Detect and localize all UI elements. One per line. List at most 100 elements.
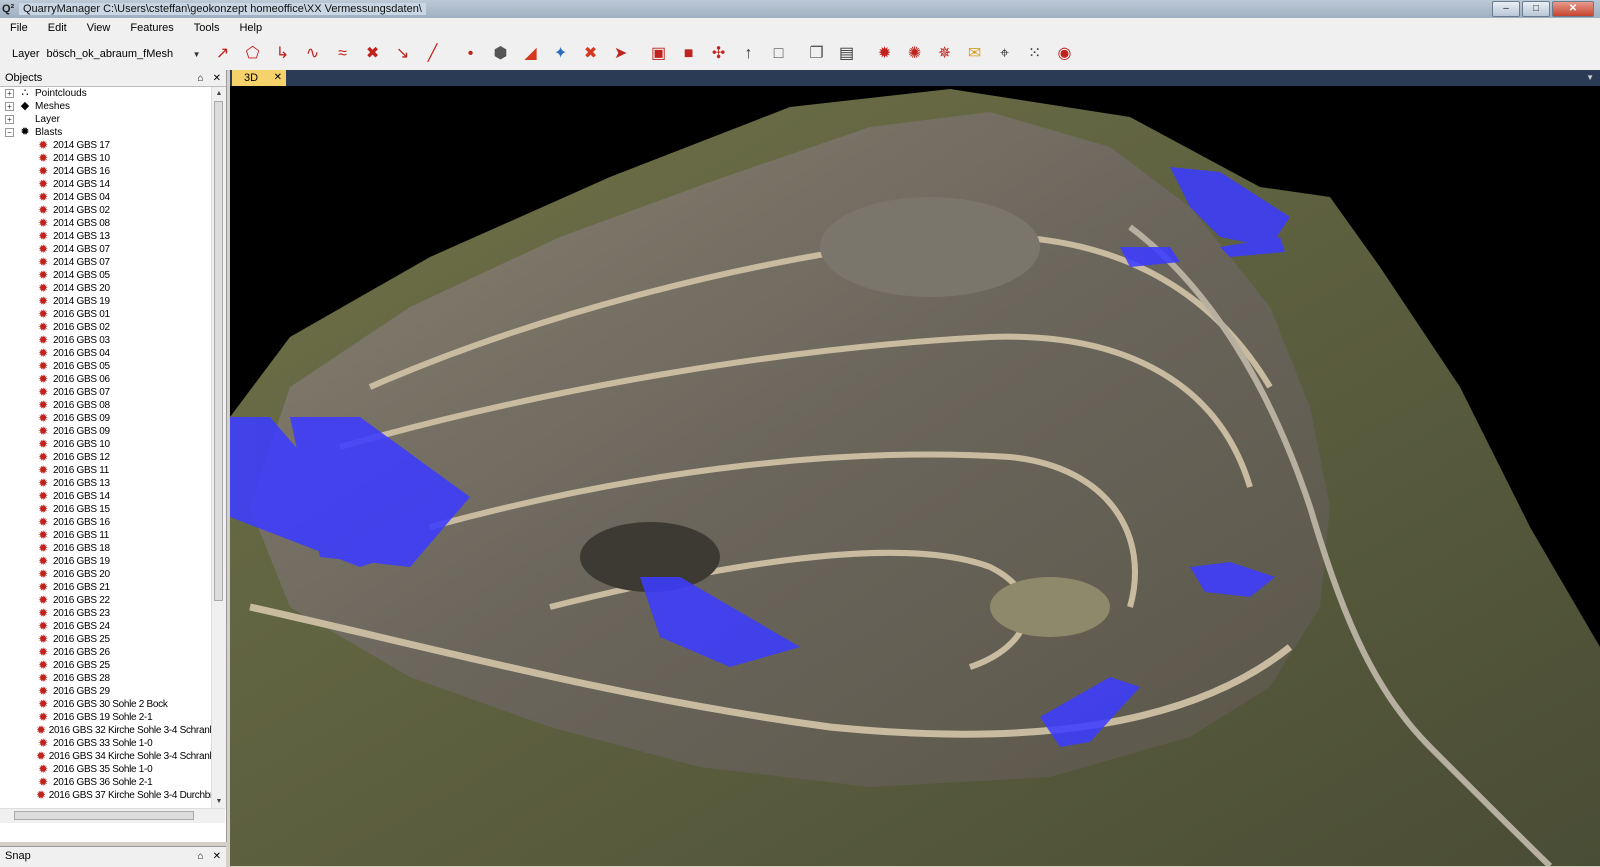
tree-item-blast[interactable]: ✹ 2014 GBS 14 [0,178,211,191]
tree-item-blast[interactable]: ✹ 2016 GBS 05 [0,360,211,373]
edge-tool-icon[interactable]: ↘ [390,41,416,67]
menu-view[interactable]: View [77,22,121,34]
menu-edit[interactable]: Edit [38,22,77,34]
scroll-down-icon[interactable]: ▼ [212,795,226,808]
menu-file[interactable]: File [0,22,38,34]
select-arrow-icon[interactable]: ➤ [608,41,634,67]
tree-item-blast[interactable]: ✹ 2014 GBS 16 [0,165,211,178]
tree-item-blast[interactable]: ✹ 2016 GBS 28 [0,672,211,685]
tree-item-blast[interactable]: ✹ 2016 GBS 08 [0,399,211,412]
tree-item-blast[interactable]: ✹ 2016 GBS 33 Sohle 1-0 [0,737,211,750]
tree-item-blast[interactable]: ✹ 2014 GBS 05 [0,269,211,282]
maximize-button[interactable]: □ [1522,1,1550,17]
expander-icon[interactable]: + [5,115,14,124]
polygon-tool-icon[interactable]: ⬠ [240,41,266,67]
menu-features[interactable]: Features [120,22,183,34]
tree-group-pointclouds[interactable]: + ∴ Pointclouds [0,87,211,100]
close-icon[interactable]: ✕ [213,73,221,84]
tree-item-blast[interactable]: ✹ 2016 GBS 24 [0,620,211,633]
open-folder-icon[interactable]: ❐ [804,41,830,67]
tree-item-blast[interactable]: ✹ 2016 GBS 15 [0,503,211,516]
network-icon[interactable]: ✵ [932,41,958,67]
tree-item-blast[interactable]: ✹ 2016 GBS 16 [0,516,211,529]
scroll-up-icon[interactable]: ▲ [212,87,226,100]
box-view-icon[interactable]: ▣ [646,41,672,67]
tree-item-blast[interactable]: ✹ 2016 GBS 20 [0,568,211,581]
tree-item-blast[interactable]: ✹ 2016 GBS 13 [0,477,211,490]
blast-pattern-icon[interactable]: ✺ [902,41,928,67]
tree-item-blast[interactable]: ✹ 2016 GBS 37 Kirche Sohle 3-4 Durchbru [0,789,211,802]
tree-item-blast[interactable]: ✹ 2016 GBS 25 [0,633,211,646]
tab-menu-icon[interactable]: ▼ [1586,73,1594,82]
tree-item-blast[interactable]: ✹ 2016 GBS 29 [0,685,211,698]
slope-tool-icon[interactable]: ╱ [420,41,446,67]
tree-item-blast[interactable]: ✹ 2014 GBS 07 [0,256,211,269]
tree-group-blasts[interactable]: − ✹ Blasts [0,126,211,139]
points-info-icon[interactable]: ⁙ [1022,41,1048,67]
tree-item-blast[interactable]: ✹ 2014 GBS 10 [0,152,211,165]
tree-item-blast[interactable]: ✹ 2014 GBS 08 [0,217,211,230]
offset-tool-icon[interactable]: ↳ [270,41,296,67]
measure-icon[interactable]: ⌖ [992,41,1018,67]
tree-item-blast[interactable]: ✹ 2016 GBS 23 [0,607,211,620]
report-icon[interactable]: ✉ [962,41,988,67]
tree-item-blast[interactable]: ✹ 2014 GBS 19 [0,295,211,308]
tree-item-blast[interactable]: ✹ 2016 GBS 36 Sohle 2-1 [0,776,211,789]
spline-tool-icon[interactable]: ∿ [300,41,326,67]
tree-item-blast[interactable]: ✹ 2016 GBS 30 Sohle 2 Bock [0,698,211,711]
tree-item-blast[interactable]: ✹ 2016 GBS 10 [0,438,211,451]
drill-edit-tool-icon[interactable]: ✦ [548,41,574,67]
tree-item-blast[interactable]: ✹ 2016 GBS 06 [0,373,211,386]
tree-item-blast[interactable]: ✹ 2016 GBS 35 Sohle 1-0 [0,763,211,776]
tree-item-blast[interactable]: ✹ 2016 GBS 18 [0,542,211,555]
contour-tool-icon[interactable]: ≈ [330,41,356,67]
layer-dropdown[interactable]: bösch_ok_abraum_fMesh ▼ [43,45,204,63]
close-button[interactable]: ✕ [1552,1,1594,17]
expander-icon[interactable]: − [5,128,14,137]
tree-item-blast[interactable]: ✹ 2016 GBS 01 [0,308,211,321]
tree-item-blast[interactable]: ✹ 2016 GBS 12 [0,451,211,464]
tree-item-blast[interactable]: ✹ 2016 GBS 22 [0,594,211,607]
tree-item-blast[interactable]: ✹ 2016 GBS 04 [0,347,211,360]
tree-item-blast[interactable]: ✹ 2016 GBS 14 [0,490,211,503]
close-icon[interactable]: ✕ [213,851,221,862]
point-tool-icon[interactable]: • [458,41,484,67]
quarry-3d-scene[interactable] [230,87,1600,866]
tree-item-blast[interactable]: ✹ 2016 GBS 21 [0,581,211,594]
tree-item-blast[interactable]: ✹ 2016 GBS 34 Kirche Sohle 3-4 Schranke [0,750,211,763]
tab-close-icon[interactable]: ✕ [274,70,282,86]
minimize-button[interactable]: – [1492,1,1520,17]
zoom-extent-icon[interactable]: ✣ [706,41,732,67]
objects-horizontal-scrollbar[interactable] [0,808,225,823]
volume-tool-icon[interactable]: ⬢ [488,41,514,67]
cross-section-tool-icon[interactable]: ✖ [360,41,386,67]
tree-item-blast[interactable]: ✹ 2016 GBS 02 [0,321,211,334]
scrollbar-thumb[interactable] [14,811,194,820]
tree-item-blast[interactable]: ✹ 2016 GBS 09 [0,412,211,425]
tree-item-blast[interactable]: ✹ 2014 GBS 17 [0,139,211,152]
tree-item-blast[interactable]: ✹ 2014 GBS 13 [0,230,211,243]
tree-item-blast[interactable]: ✹ 2014 GBS 20 [0,282,211,295]
tab-3d[interactable]: 3D ✕ [232,70,286,86]
wireframe-icon[interactable]: □ [766,41,792,67]
expander-icon[interactable]: + [5,89,14,98]
tree-item-blast[interactable]: ✹ 2016 GBS 11 [0,529,211,542]
tree-item-blast[interactable]: ✹ 2016 GBS 11 [0,464,211,477]
tree-group-meshes[interactable]: + ◆ Meshes [0,100,211,113]
tree-item-blast[interactable]: ✹ 2016 GBS 03 [0,334,211,347]
tree-item-blast[interactable]: ✹ 2014 GBS 07 [0,243,211,256]
tree-item-blast[interactable]: ✹ 2016 GBS 07 [0,386,211,399]
pin-icon[interactable]: ⌂ [198,851,204,862]
tree-item-blast[interactable]: ✹ 2014 GBS 02 [0,204,211,217]
save-disk-icon[interactable]: ▤ [834,41,860,67]
tree-item-blast[interactable]: ✹ 2016 GBS 19 Sohle 2-1 [0,711,211,724]
pin-icon[interactable]: ⌂ [198,73,204,84]
tree-item-blast[interactable]: ✹ 2016 GBS 19 [0,555,211,568]
objects-vertical-scrollbar[interactable]: ▲ ▼ [211,87,226,808]
tree-item-blast[interactable]: ✹ 2016 GBS 32 Kirche Sohle 3-4 Schranke [0,724,211,737]
polyline-tool-icon[interactable]: ↗ [210,41,236,67]
target-icon[interactable]: ◉ [1052,41,1078,67]
tree-item-blast[interactable]: ✹ 2016 GBS 09 [0,425,211,438]
drill-delete-tool-icon[interactable]: ✖ [578,41,604,67]
expander-icon[interactable]: + [5,102,14,111]
